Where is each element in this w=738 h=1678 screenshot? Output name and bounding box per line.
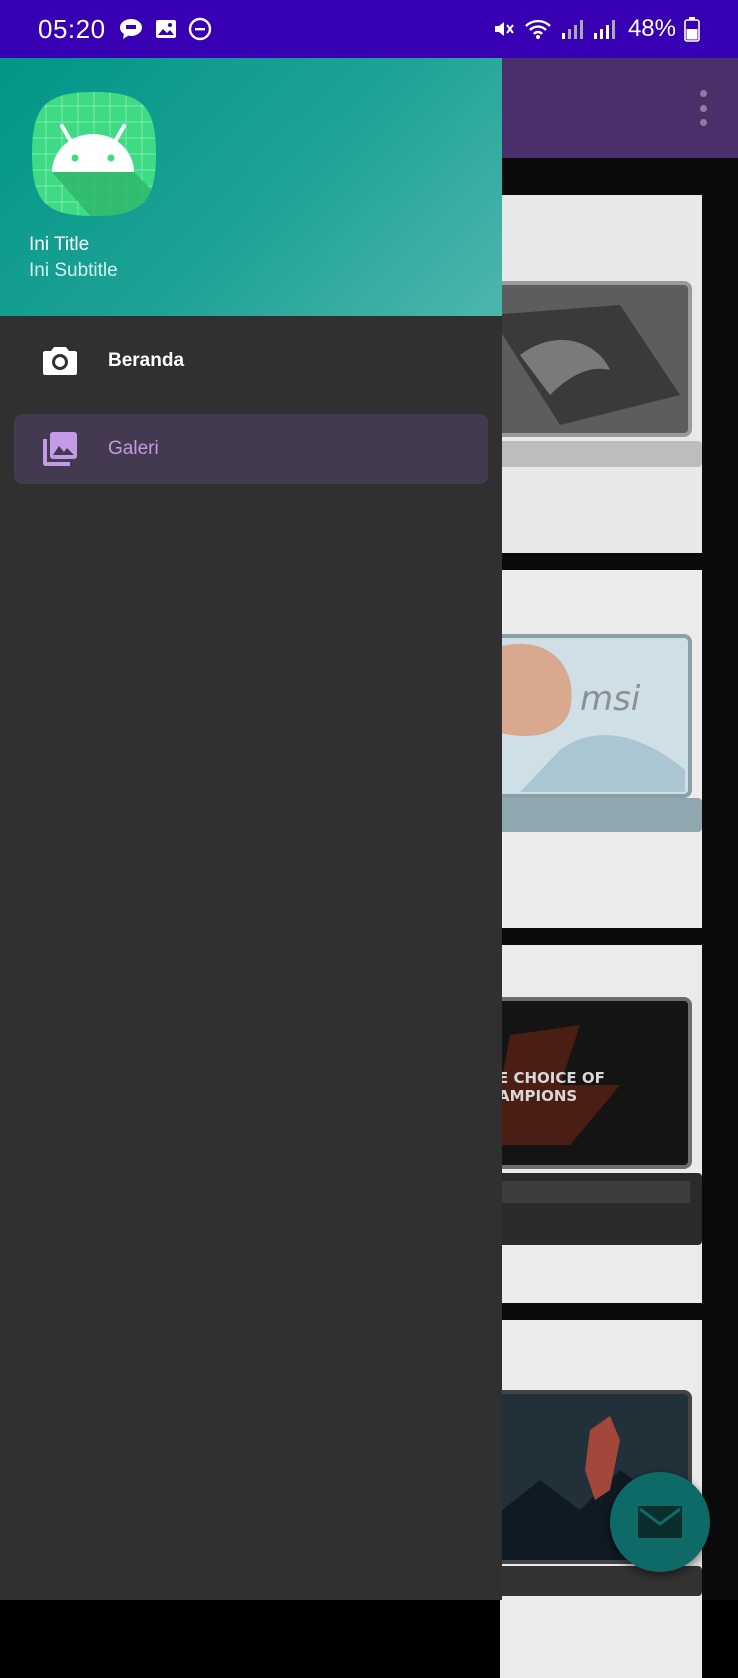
- drawer-item-beranda[interactable]: Beranda: [14, 326, 488, 396]
- laptop-image: [500, 195, 702, 553]
- drawer-header-subtitle: Ini Subtitle: [29, 260, 118, 281]
- drawer-header-title: Ini Title: [29, 234, 90, 255]
- signal-icon: [561, 20, 583, 39]
- mute-icon: [494, 22, 514, 36]
- mail-icon: [638, 1506, 682, 1538]
- status-time: 05:20: [38, 13, 106, 44]
- navigation-drawer: Ini Title Ini Subtitle Beranda Galeri: [0, 58, 502, 1600]
- hey-chat-icon: [119, 19, 142, 39]
- signal-icon: [593, 20, 615, 39]
- android-icon: [32, 92, 156, 216]
- drawer-item-label: Galeri: [108, 438, 159, 459]
- laptop-card[interactable]: E CHOICE OF AMPIONS: [500, 945, 702, 1303]
- battery-percentage: 48%: [627, 15, 676, 42]
- overflow-menu-icon[interactable]: [698, 90, 708, 126]
- wifi-icon: [525, 19, 551, 39]
- svg-text:msi: msi: [580, 679, 641, 719]
- notification-icons: [118, 17, 212, 41]
- drawer-item-galeri[interactable]: Galeri: [14, 414, 488, 484]
- svg-text:E CHOICE OF: E CHOICE OF: [500, 1069, 605, 1087]
- laptop-image: E CHOICE OF AMPIONS: [500, 945, 702, 1303]
- drawer-item-label: Beranda: [108, 350, 185, 371]
- camera-icon: [43, 347, 77, 375]
- drawer-menu: Beranda Galeri: [0, 326, 502, 502]
- dnd-icon: [188, 17, 211, 41]
- compose-mail-fab[interactable]: [610, 1472, 710, 1572]
- image-icon: [155, 20, 176, 38]
- laptop-image: msi: [500, 570, 702, 928]
- laptop-card[interactable]: [500, 195, 702, 553]
- battery-icon: [684, 17, 700, 42]
- gallery-icon: [43, 432, 77, 466]
- status-bar: 05:20 48%: [0, 0, 738, 58]
- laptop-card[interactable]: msi: [500, 570, 702, 928]
- drawer-header: Ini Title Ini Subtitle: [0, 58, 502, 316]
- system-icons: 48%: [492, 15, 700, 43]
- svg-text:AMPIONS: AMPIONS: [500, 1087, 577, 1105]
